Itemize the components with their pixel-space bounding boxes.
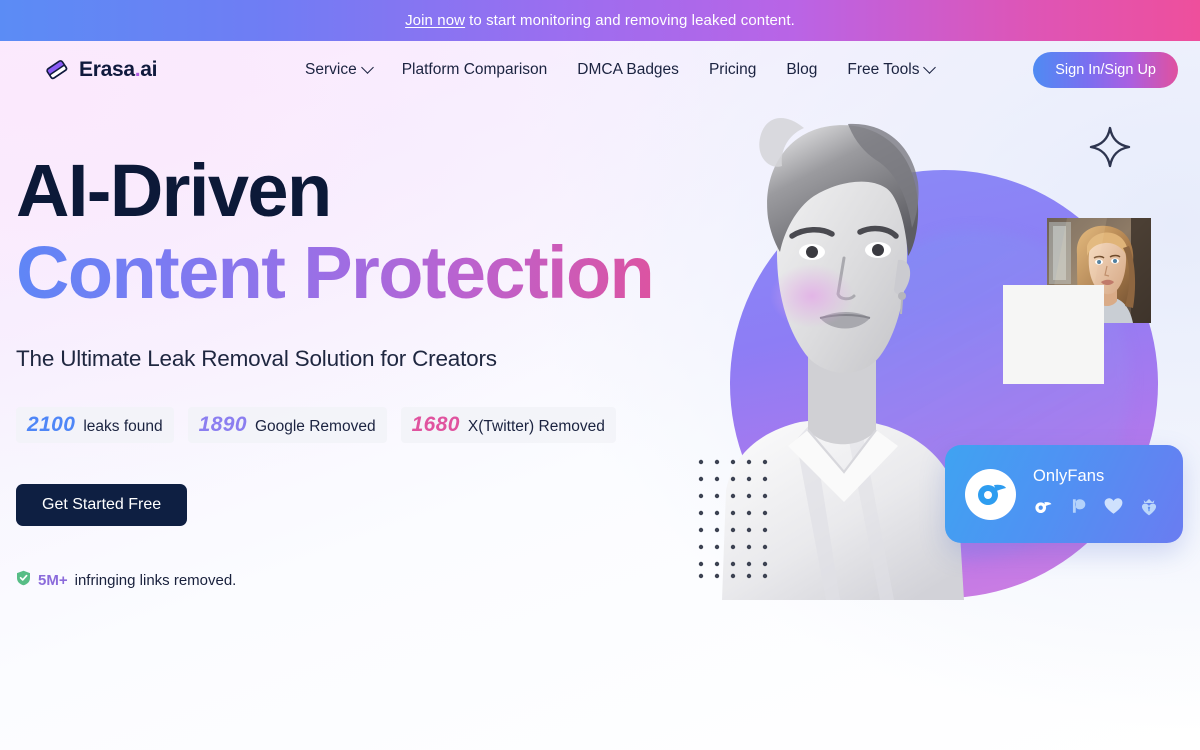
nav-label: DMCA Badges (577, 61, 679, 78)
stat-value: 2100 (27, 413, 76, 436)
get-started-free-button[interactable]: Get Started Free (16, 484, 188, 526)
platform-card-onlyfans[interactable]: OnlyFans (945, 445, 1183, 543)
eraser-icon (44, 57, 70, 83)
chevron-down-icon (360, 60, 374, 74)
nav-item-dmca-badges[interactable]: DMCA Badges (577, 61, 679, 79)
onlyfans-icon[interactable] (1033, 497, 1052, 521)
logo-name: Erasa (79, 58, 135, 81)
nav-item-pricing[interactable]: Pricing (709, 61, 756, 79)
nav-item-free-tools[interactable]: Free Tools (847, 60, 937, 79)
shield-check-icon (16, 570, 31, 590)
nav-links: Service Platform Comparison DMCA Badges … (305, 60, 937, 79)
nav-item-service[interactable]: Service (305, 60, 374, 79)
stat-chip-twitter-removed: 1680 X(Twitter) Removed (400, 407, 616, 443)
logo-suffix: ai (140, 58, 158, 81)
trust-text: infringing links removed. (74, 571, 237, 589)
promo-banner: Join now to start monitoring and removin… (0, 0, 1200, 41)
platform-card-body: OnlyFans (1033, 467, 1158, 521)
stat-value: 1890 (198, 413, 247, 436)
stat-value: 1680 (411, 413, 460, 436)
stat-label: leaks found (83, 418, 163, 435)
nav-item-platform-comparison[interactable]: Platform Comparison (402, 61, 548, 79)
sparkle-star-icon (1088, 125, 1132, 169)
hero-visual: OnlyFans (690, 100, 1200, 620)
platform-card-title: OnlyFans (1033, 467, 1105, 485)
headline-line-1: AI-Driven (16, 149, 332, 232)
nav-label: Platform Comparison (401, 61, 548, 78)
stat-chip-google-removed: 1890 Google Removed (187, 407, 387, 443)
join-now-link[interactable]: Join now (405, 12, 465, 29)
nav-item-blog[interactable]: Blog (786, 61, 817, 79)
stat-label: Google Removed (254, 418, 376, 435)
stats-row: 2100 leaks found 1890 Google Removed 168… (16, 407, 676, 443)
nav-label: Service (305, 61, 357, 78)
hero-subtitle: The Ultimate Leak Removal Solution for C… (16, 346, 497, 371)
nav-label: Free Tools (847, 61, 920, 78)
dot-grid-pattern (697, 458, 777, 580)
stat-chip-leaks-found: 2100 leaks found (16, 407, 174, 443)
hero-content: AI-Driven Content Protection The Ultimat… (16, 150, 676, 590)
sign-in-sign-up-button[interactable]: Sign In/Sign Up (1033, 52, 1178, 88)
trust-count: 5M+ (38, 571, 68, 589)
trust-indicator: 5M+ infringing links removed. (16, 570, 676, 590)
heart-icon[interactable] (1104, 497, 1123, 520)
fansly-crown-icon[interactable] (1140, 496, 1158, 521)
landing-page: Join now to start monitoring and removin… (0, 0, 1200, 750)
main-navigation: Erasa.ai Service Platform Comparison DMC… (0, 41, 1200, 99)
headline-line-2: Content Protection (16, 232, 676, 314)
onlyfans-icon (965, 468, 1016, 520)
chevron-down-icon (923, 60, 937, 74)
brand-logo[interactable]: Erasa.ai (44, 57, 157, 83)
patreon-icon[interactable] (1069, 497, 1087, 520)
nav-label: Blog (786, 61, 818, 78)
platform-icons-row (1033, 496, 1158, 521)
logo-wordmark: Erasa.ai (79, 58, 157, 82)
white-overlay-card (1003, 285, 1104, 384)
page-title: AI-Driven Content Protection (16, 150, 676, 314)
stat-label: X(Twitter) Removed (467, 418, 605, 435)
nav-label: Pricing (708, 61, 757, 78)
banner-text: to start monitoring and removing leaked … (469, 12, 795, 29)
